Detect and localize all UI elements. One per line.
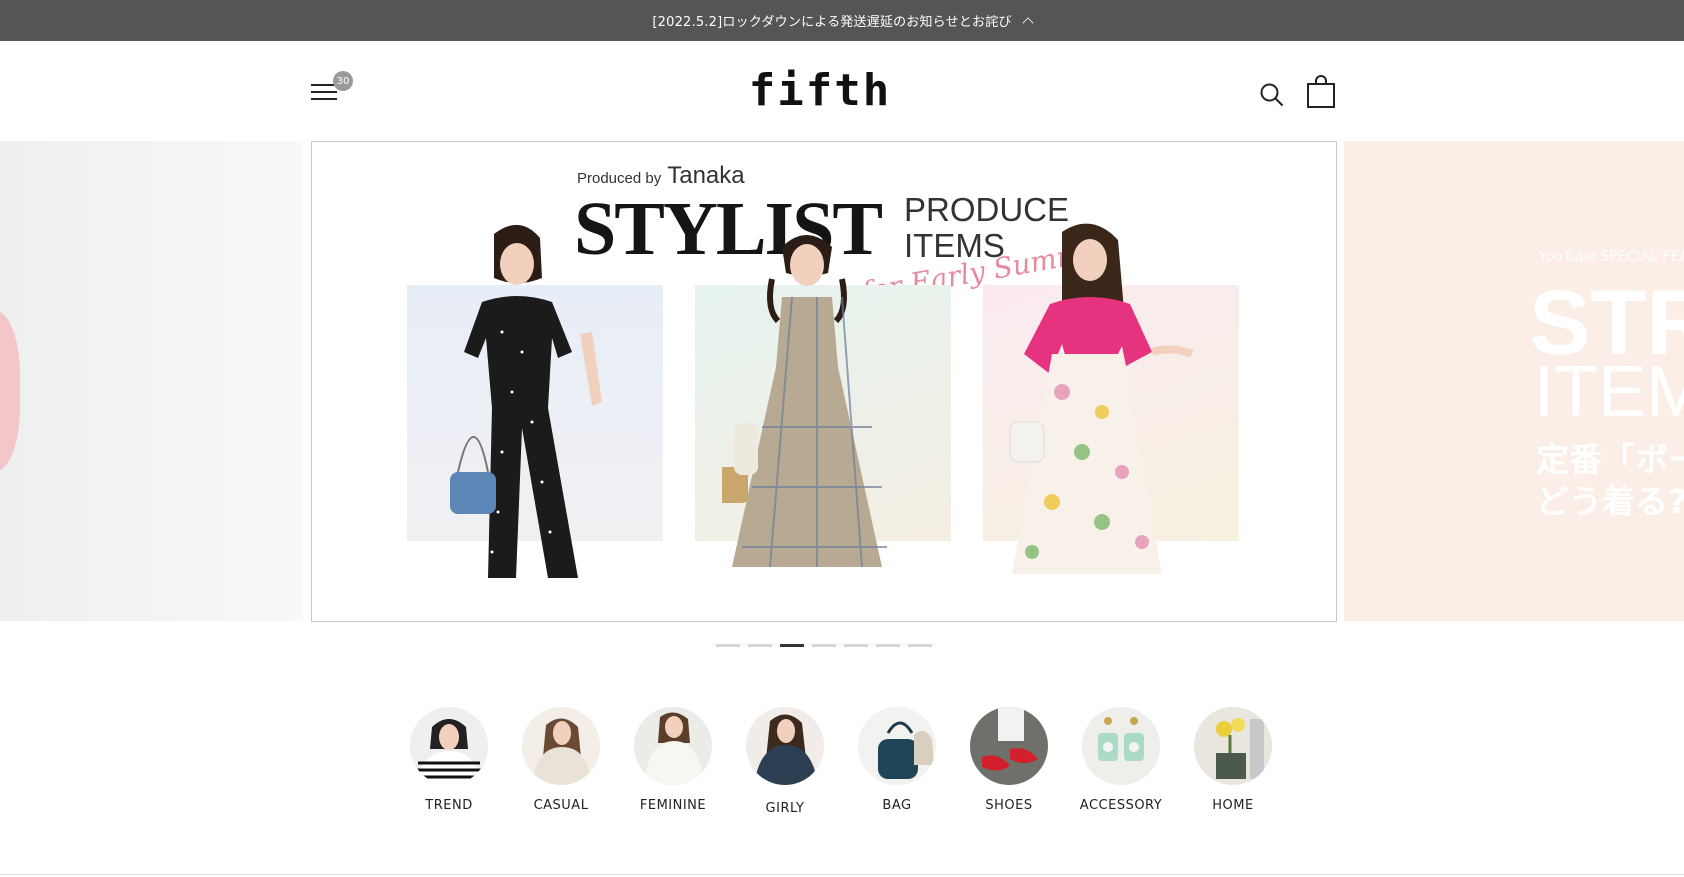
slider-dot[interactable]	[908, 644, 932, 647]
model-plaid-dress	[722, 235, 887, 568]
category-label: TREND	[425, 798, 473, 813]
search-button[interactable]	[1259, 82, 1285, 108]
category-thumbnail	[1194, 707, 1272, 785]
section-divider	[0, 874, 1684, 875]
announcement-bar[interactable]: [2022.5.2]ロックダウンによる発送遅延のお知らせとお詫び	[0, 0, 1684, 41]
category-thumbnail	[1082, 707, 1160, 785]
category-nav: TREND CASUAL FEMININE GIRLY BAG SHOES AC…	[393, 707, 1289, 816]
slider-dot[interactable]	[716, 644, 740, 647]
category-label: BAG	[882, 798, 912, 813]
category-thumbnail	[410, 707, 488, 785]
category-home[interactable]: HOME	[1177, 707, 1289, 816]
category-trend[interactable]: TREND	[393, 707, 505, 816]
menu-count-badge: 30	[333, 71, 353, 91]
category-label: FEMININE	[639, 798, 707, 813]
slider-dot[interactable]	[748, 644, 772, 647]
category-thumbnail	[522, 707, 600, 785]
slider-pagination	[716, 644, 932, 647]
next-slide-jp-line-2: どう着る?	[1536, 482, 1684, 521]
category-thumbnail	[858, 707, 936, 785]
cart-button[interactable]	[1306, 75, 1336, 109]
category-bag[interactable]: BAG	[841, 707, 953, 816]
slide-image-fragment	[0, 311, 20, 471]
category-label: ACCESSORY	[1079, 798, 1163, 813]
slider-dot[interactable]	[876, 644, 900, 647]
category-label: HOME	[1212, 798, 1254, 813]
model-floral-skirt	[1009, 223, 1194, 574]
slider-dot[interactable]	[812, 644, 836, 647]
category-casual[interactable]: CASUAL	[505, 707, 617, 816]
next-slide-subheadline: ITEM	[1534, 352, 1684, 432]
site-logo[interactable]: fifth	[700, 65, 940, 116]
next-slide-jp-line-1: 定番「ボー	[1536, 440, 1684, 479]
category-thumbnail	[746, 707, 824, 785]
site-header: 30 fifth	[0, 41, 1684, 141]
previous-slide[interactable]	[0, 141, 303, 621]
produced-by-label: Produced by	[577, 170, 662, 187]
hero-slider[interactable]: Produced by Tanaka STYLIST PRODUCE ITEMS …	[0, 141, 1684, 622]
chevron-up-icon[interactable]	[1021, 16, 1034, 29]
next-slide-kicker: YouTube SPECIAL FEA	[1539, 249, 1684, 265]
slider-dot[interactable]	[844, 644, 868, 647]
next-slide[interactable]: YouTube SPECIAL FEA STR ITEM 定番「ボー どう着る?	[1344, 141, 1684, 621]
category-shoes[interactable]: SHOES	[953, 707, 1065, 816]
category-feminine[interactable]: FEMININE	[617, 707, 729, 816]
producer-name: Tanaka	[667, 162, 745, 189]
announcement-text[interactable]: [2022.5.2]ロックダウンによる発送遅延のお知らせとお詫び	[652, 11, 1011, 30]
category-label: SHOES	[985, 798, 1033, 813]
category-accessory[interactable]: ACCESSORY	[1065, 707, 1177, 816]
category-label: GIRLY	[765, 801, 805, 816]
category-label: CASUAL	[533, 798, 589, 813]
hamburger-bar	[311, 98, 337, 100]
search-icon	[1260, 83, 1284, 107]
hamburger-bar	[311, 91, 337, 93]
current-slide-banner[interactable]: Produced by Tanaka STYLIST PRODUCE ITEMS …	[311, 141, 1337, 622]
model-black-jumpsuit	[450, 224, 602, 578]
slider-dot[interactable]	[780, 644, 804, 647]
shopping-bag-icon	[1307, 75, 1335, 108]
category-thumbnail	[634, 707, 712, 785]
category-girly[interactable]: GIRLY	[729, 707, 841, 816]
category-thumbnail	[970, 707, 1048, 785]
